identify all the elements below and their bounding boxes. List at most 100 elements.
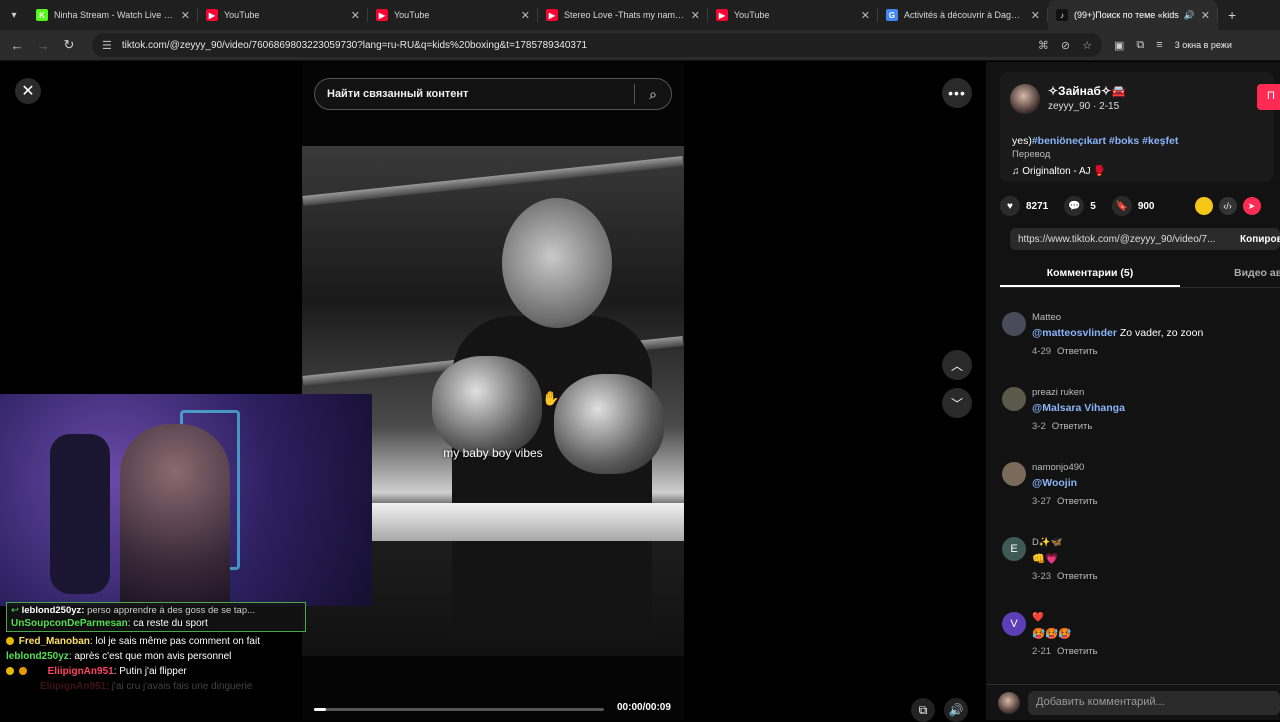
author-handle[interactable]: zeyyy_90 · 2-15 (1048, 101, 1119, 112)
translate-icon[interactable]: ⌘ (1038, 39, 1049, 52)
add-comment-input[interactable]: Добавить комментарий... (1028, 690, 1280, 715)
related-search-input[interactable]: Найти связанный контент ⌕ (314, 78, 672, 110)
tab-favicon-icon: ▶ (376, 9, 388, 21)
tab-close-icon[interactable]: ✕ (861, 9, 870, 22)
comment-username[interactable]: Matteo (1032, 312, 1061, 323)
comment-avatar[interactable]: V (1002, 612, 1026, 636)
comment-username[interactable]: D✨🦋 (1032, 537, 1063, 548)
browser-tab[interactable]: ♪ (99+)Поиск по теме «kids 🔊 ✕ (1048, 0, 1218, 30)
tab-title: YouTube (224, 10, 260, 20)
video-link[interactable]: https://www.tiktok.com/@zeyyy_90/video/7… (1010, 234, 1232, 245)
comment-username[interactable]: namonjo490 (1032, 462, 1084, 473)
comment-text: 👊💗 (1032, 552, 1058, 565)
tab-title: Activités à découvrir à Daghest (904, 10, 1025, 20)
pip-icon[interactable]: ⧉ (911, 698, 935, 722)
reload-button[interactable]: ↻ (56, 37, 82, 53)
comment-meta: 4-29 Ответить (1032, 346, 1098, 357)
comment-date: 3-27 (1032, 496, 1052, 507)
comment-avatar[interactable] (1002, 387, 1026, 411)
comment-avatar[interactable] (1002, 312, 1026, 336)
bookmark-star-icon[interactable]: ☆ (1082, 39, 1092, 52)
incognito-windows-label[interactable]: 3 окна в режи (1175, 40, 1232, 50)
reply-button[interactable]: Ответить (1057, 346, 1098, 357)
comment-mention[interactable]: @matteosvlinder (1032, 327, 1117, 339)
ring-apron (372, 503, 684, 541)
tab-search-menu-icon[interactable]: ▾ (0, 0, 28, 30)
reply-button[interactable]: Ответить (1052, 421, 1093, 432)
video-progress-bar[interactable] (314, 708, 604, 711)
search-placeholder[interactable]: Найти связанный контент (315, 88, 634, 100)
next-video-button[interactable]: ﹀ (942, 388, 972, 418)
back-button[interactable]: ← (4, 38, 30, 53)
comment-avatar[interactable] (1002, 462, 1026, 486)
tab-close-icon[interactable]: ✕ (1031, 9, 1040, 22)
tab-favicon-icon: ▶ (716, 9, 728, 21)
hashtags[interactable]: #beniöneçıkart #boks #keşfet (1032, 135, 1178, 147)
comment-mention[interactable]: @Woojin (1032, 477, 1077, 489)
share-send-icon[interactable]: ➤ (1242, 197, 1261, 215)
browser-tab[interactable]: G Activités à découvrir à Daghest ✕ (878, 0, 1048, 30)
tab-close-icon[interactable]: ✕ (691, 9, 700, 22)
extension-icon[interactable]: ▣ (1114, 39, 1124, 52)
comment-avatar[interactable]: E (1002, 537, 1026, 561)
tab-close-icon[interactable]: ✕ (351, 9, 360, 22)
comment-button[interactable]: 💬 5 (1064, 196, 1096, 216)
comment-body: 🥵🥵🥵 (1032, 628, 1072, 640)
comment-text: 🥵🥵🥵 (1032, 627, 1071, 640)
comment-mention[interactable]: @Malsara Vihanga (1032, 402, 1125, 414)
tab-favicon-icon: G (886, 9, 898, 21)
reply-button[interactable]: Ответить (1057, 646, 1098, 657)
reading-list-icon[interactable]: ≡ (1156, 39, 1162, 51)
browser-tab[interactable]: ▶ YouTube ✕ (198, 0, 368, 30)
like-count: 8271 (1026, 200, 1049, 212)
author-display-name[interactable]: ✧Зайнаб✧🚘 (1048, 84, 1126, 98)
comment-username[interactable]: ❤️ (1032, 612, 1044, 623)
address-url[interactable]: tiktok.com/@zeyyy_90/video/7606869803223… (122, 40, 1026, 51)
comment-username[interactable]: preazi ruken (1032, 387, 1084, 398)
search-icon[interactable]: ⌕ (635, 86, 671, 103)
more-options-icon[interactable]: ••• (942, 78, 972, 108)
volume-icon[interactable]: 🔊 (944, 698, 968, 722)
comment-meta: 3-23 Ответить (1032, 571, 1098, 582)
browser-tab[interactable]: ▶ YouTube ✕ (708, 0, 878, 30)
comment-date: 3-23 (1032, 571, 1052, 582)
badge-icon (18, 667, 27, 675)
chat-message: UnSoupconDeParmesan: ca reste du sport (11, 618, 208, 629)
chat-user: EliipignAn951 (40, 681, 107, 692)
reply-button[interactable]: Ответить (1057, 571, 1098, 582)
new-tab-button[interactable]: + (1228, 7, 1236, 23)
forward-button[interactable]: → (30, 38, 56, 53)
browser-tab-bar: ▾ K Ninha Stream - Watch Live on K ✕ ▶ YouTu… (0, 0, 1280, 30)
site-info-icon[interactable]: ☰ (102, 39, 112, 52)
save-button[interactable]: 🔖 900 (1111, 196, 1155, 216)
tracking-off-icon[interactable]: ⊘ (1061, 39, 1070, 52)
share-gift-icon[interactable] (1194, 197, 1213, 215)
tab-audio-icon[interactable]: 🔊 (1184, 10, 1195, 21)
author-card: ✧Зайнаб✧🚘 zeyyy_90 · 2-15 П yes)#beniöne… (1000, 72, 1280, 182)
tab-close-icon[interactable]: ✕ (521, 9, 530, 22)
embed-icon[interactable]: ‹/› (1218, 197, 1237, 215)
previous-video-button[interactable]: ︿ (942, 350, 972, 380)
author-avatar[interactable] (1010, 84, 1040, 114)
tab-close-icon[interactable]: ✕ (1201, 9, 1210, 22)
browser-tab[interactable]: ▶ Stereo Love -Thats my name Re ✕ (538, 0, 708, 30)
reply-button[interactable]: Ответить (1057, 496, 1098, 507)
chat-user: EliipignAn951 (47, 666, 114, 677)
reply-user: leblond250yz: (21, 605, 85, 616)
tab-close-icon[interactable]: ✕ (181, 9, 190, 22)
close-icon[interactable]: ✕ (15, 78, 41, 104)
tab-creator-videos[interactable]: Видео ав (1180, 260, 1280, 287)
add-comment-bar: Добавить комментарий... (986, 684, 1280, 720)
like-button[interactable]: ♥ 8271 (1000, 196, 1048, 216)
tab-comments[interactable]: Комментарии (5) (1000, 260, 1180, 287)
translate-link[interactable]: Перевод (1012, 149, 1050, 160)
tab-title: Ninha Stream - Watch Live on K (54, 10, 175, 20)
browser-tab[interactable]: K Ninha Stream - Watch Live on K ✕ (28, 0, 198, 30)
music-link[interactable]: ♫ Originalton - AJ 🥊 (1012, 166, 1106, 177)
extensions-puzzle-icon[interactable]: ⧉ (1136, 39, 1144, 52)
comment-item: Matteo @matteosvlinder Zo vader, zo zoon 4… (1000, 302, 1280, 377)
address-bar[interactable]: ☰ tiktok.com/@zeyyy_90/video/76068698032… (92, 33, 1102, 57)
browser-tab[interactable]: ▶ YouTube ✕ (368, 0, 538, 30)
follow-button[interactable]: П (1257, 84, 1280, 110)
copy-link-button[interactable]: Копиров (1232, 234, 1280, 245)
